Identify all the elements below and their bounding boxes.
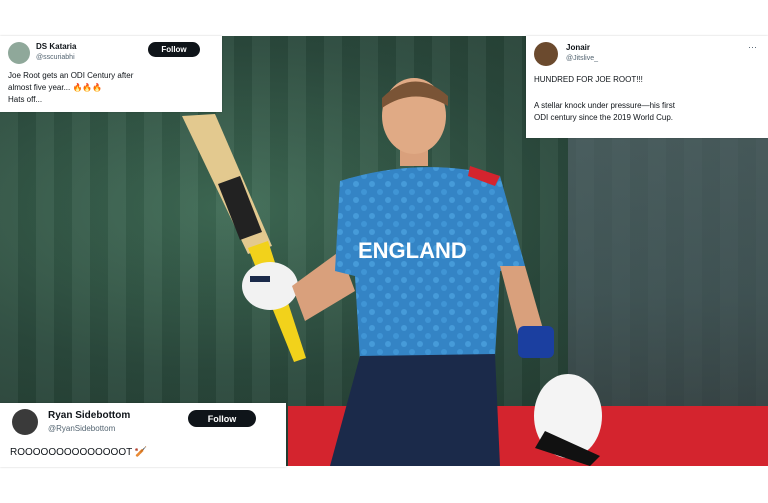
jersey-text: ENGLAND	[358, 238, 467, 263]
trousers	[330, 354, 500, 466]
tweet-text-line-2: A stellar knock under pressure—his first	[534, 101, 675, 110]
tweet-text-line-2: almost five year... 🔥🔥🔥	[8, 83, 103, 92]
more-options-icon[interactable]: ⋯	[748, 42, 757, 53]
tweet-card-top-left[interactable]: DS Kataria @sscuriabhi Follow Joe Root g…	[0, 36, 222, 112]
tweet-card-bottom-left[interactable]: Ryan Sidebottom @RyanSidebottom Follow R…	[0, 403, 286, 467]
tweet-text-line-1: Joe Root gets an ODI Century after	[8, 71, 134, 80]
avatar	[534, 42, 558, 66]
follow-button[interactable]: Follow	[188, 410, 256, 427]
tweet-card-top-right[interactable]: Jonair @Jitslive_ ⋯ HUNDRED FOR JOE ROOT…	[526, 36, 768, 138]
cricket-bat	[182, 114, 306, 362]
tweet-text: ROOOOOOOOOOOOOOT 🏏	[10, 447, 148, 458]
follow-button[interactable]: Follow	[148, 42, 200, 57]
tweet-text-line-1: HUNDRED FOR JOE ROOT!!!	[534, 75, 643, 84]
tweet-author-handle: @sscuriabhi	[36, 54, 75, 61]
tweet-text-line-3: Hats off...	[8, 95, 43, 104]
avatar	[8, 42, 30, 64]
tweet-author-name: DS Kataria	[36, 42, 77, 51]
wristband	[518, 326, 554, 358]
tweet-author-handle: @RyanSidebottom	[48, 424, 116, 433]
avatar	[12, 409, 38, 435]
tweet-author-name: Jonair	[566, 43, 591, 52]
tweet-author-name: Ryan Sidebottom	[48, 410, 131, 421]
left-glove	[242, 262, 298, 310]
tweet-author-handle: @Jitslive_	[566, 55, 599, 62]
tweet-text-line-3: ODI century since the 2019 World Cup.	[534, 113, 674, 122]
